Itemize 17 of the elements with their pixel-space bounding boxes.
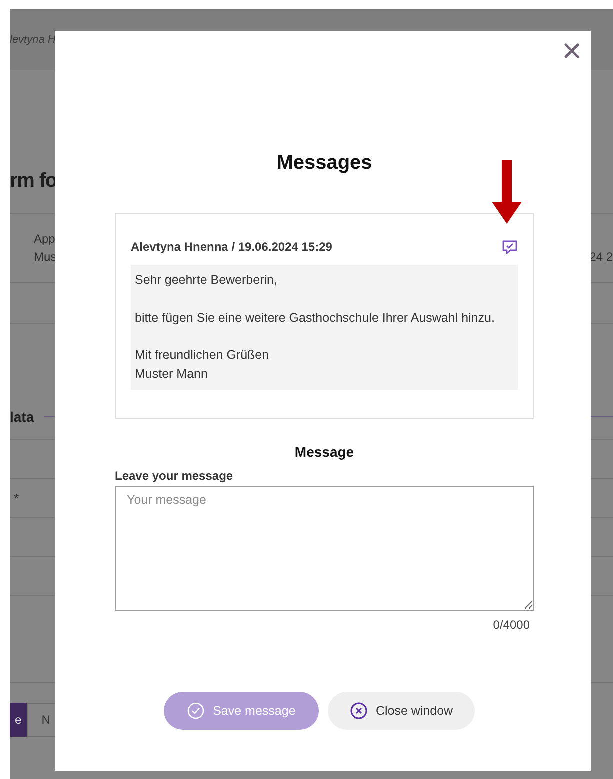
required-mark: * xyxy=(14,490,20,506)
close-circle-icon xyxy=(350,702,368,720)
message-field[interactable]: Your message xyxy=(115,486,534,611)
check-circle-icon xyxy=(187,702,206,720)
section-heading: lata xyxy=(10,408,34,424)
message-author-date: Alevtyna Hnenna / 19.06.2024 15:29 xyxy=(131,240,332,254)
message-text: Sehr geehrte Bewerberin, bitte fügen Sie eine weitere Gasthochschule Ihrer Auswahl hinzu. Mit freundlichen Grüßen Muster Mann xyxy=(131,265,518,390)
message-heading: Message xyxy=(294,444,356,460)
field-label: Leave your message xyxy=(115,468,234,483)
field-label: App xyxy=(34,232,56,246)
dialog-title: Messages xyxy=(276,151,374,175)
page-button[interactable]: e xyxy=(10,703,27,737)
chat-check-icon[interactable] xyxy=(502,240,518,254)
arrow-drawing xyxy=(492,160,522,224)
character-counter: 0/4000 xyxy=(493,618,530,632)
close-icon[interactable] xyxy=(563,42,581,60)
close-window-button[interactable]: Close window xyxy=(328,692,476,730)
